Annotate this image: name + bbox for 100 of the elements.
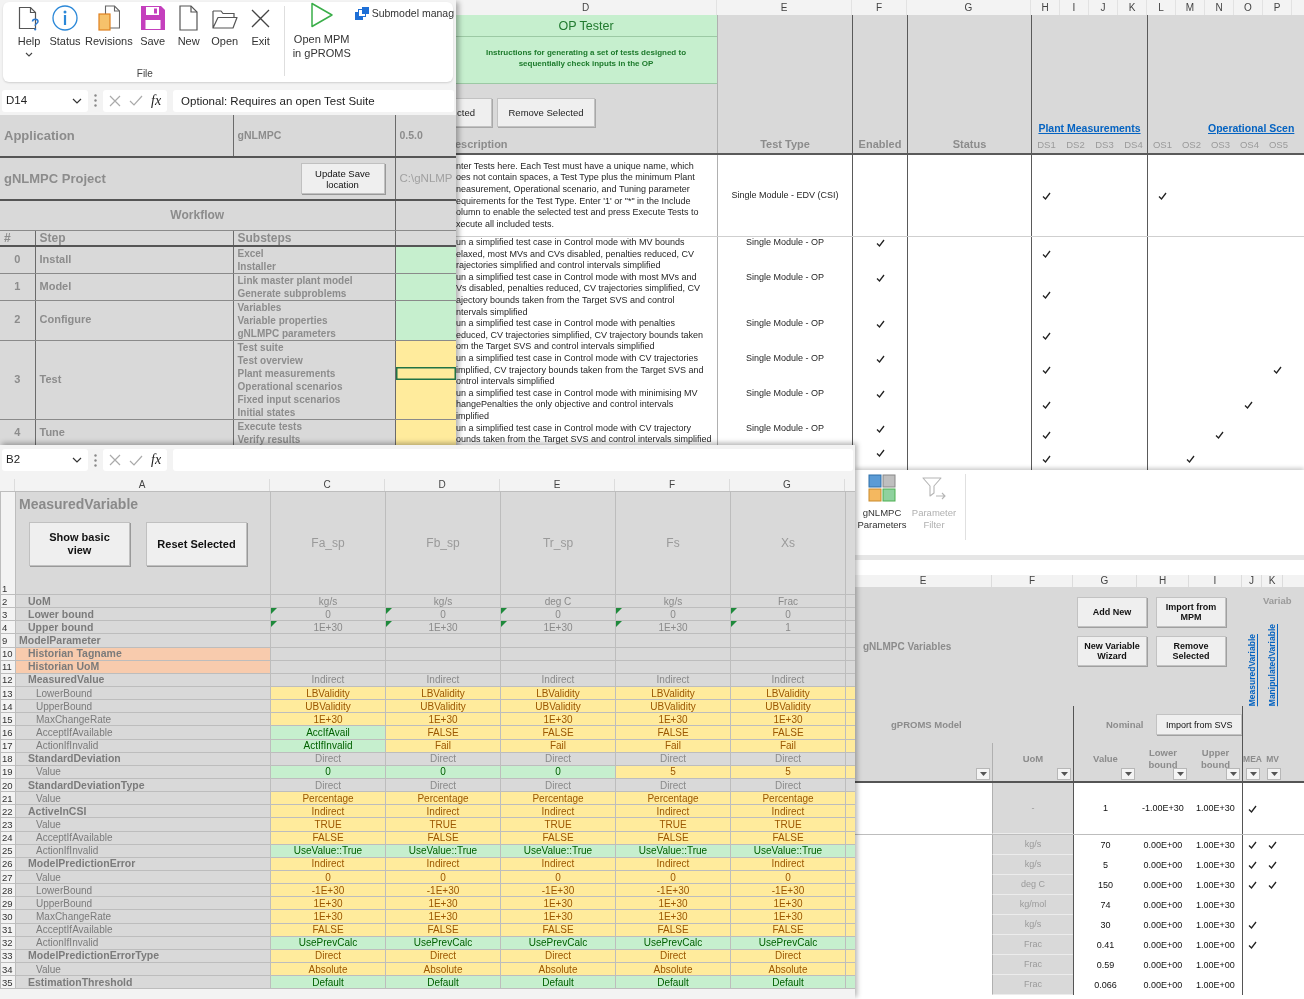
- row-number: 4: [2, 621, 8, 633]
- row-number: 18: [2, 753, 13, 765]
- step-number: 1: [14, 279, 21, 292]
- lower-bound-text: 0.00E+00: [1143, 919, 1183, 931]
- sheet-button[interactable]: cted: [455, 98, 492, 127]
- new-button[interactable]: New: [170, 5, 207, 48]
- column-title: Variab: [1262, 594, 1293, 608]
- row-number: 3: [2, 608, 8, 620]
- group-label: File: [136, 68, 153, 81]
- insert-function-button[interactable]: fx: [151, 92, 162, 109]
- column-title: OS5: [1268, 139, 1289, 151]
- update-location-button[interactable]: Update Save location: [300, 163, 385, 194]
- upper-bound-text: 1.00E+30: [1196, 803, 1235, 814]
- remove-button[interactable]: Remove Selected: [1156, 636, 1226, 666]
- name-box[interactable]: B2: [2, 449, 88, 471]
- column-title: Lower bound: [1147, 747, 1179, 771]
- sheet-link[interactable]: Operational Scen: [1208, 121, 1295, 135]
- upper-bound-text: 1.00E+30: [1196, 919, 1235, 931]
- import-button[interactable]: Import from SVS: [1156, 714, 1242, 735]
- upper-bound-text: 1.00E+00: [1196, 959, 1235, 971]
- add-button[interactable]: Add New: [1077, 597, 1147, 627]
- lower-bound-text: 0.00E+00: [1143, 899, 1183, 911]
- value-text: 70: [1100, 839, 1111, 851]
- lower-bound-text: 0.00E+00: [1143, 859, 1183, 871]
- sheet-button[interactable]: Show basic view: [29, 522, 130, 566]
- sheet-link[interactable]: Plant Measurements: [1038, 121, 1141, 135]
- row-number: 13: [2, 687, 13, 699]
- column-letter: E: [500, 479, 615, 491]
- row-number: 14: [2, 700, 13, 712]
- upper-bound-text: 1.00E+00: [1196, 939, 1235, 951]
- lower-bound-text: 0.00E+00: [1143, 959, 1183, 971]
- column-title: Fb_sp: [426, 535, 460, 550]
- revisions-button[interactable]: Revisions: [83, 5, 135, 48]
- row-number: 24: [2, 832, 13, 844]
- chevron-down-icon: [72, 457, 82, 463]
- row-number: 26: [2, 858, 13, 870]
- column-title: DS4: [1123, 139, 1144, 151]
- substep-label: Variables: [237, 300, 283, 314]
- import-button[interactable]: Import from MPM: [1156, 597, 1226, 627]
- step-number: 3: [14, 372, 21, 385]
- uom-text: Frac: [1024, 959, 1042, 970]
- sheet-link[interactable]: ManipulatedVariable: [1267, 623, 1278, 706]
- help-icon: [18, 5, 40, 31]
- more-icon[interactable]: [94, 94, 97, 107]
- run-button[interactable]: Open MPM in gPROMS: [288, 2, 355, 82]
- grid-icon: [868, 474, 896, 502]
- column-title: #: [4, 230, 11, 245]
- column-letter: F: [615, 479, 730, 491]
- name-box[interactable]: D14: [2, 89, 88, 112]
- filter-dropdown-button[interactable]: [1226, 768, 1240, 780]
- value-text: 74: [1100, 899, 1111, 911]
- column-title: Upper bound: [1200, 747, 1231, 771]
- submodel-button[interactable]: Submodel manag: [354, 6, 454, 20]
- dropdown-arrow-icon: [1229, 772, 1237, 776]
- funnel-icon: [922, 476, 946, 500]
- wizard-button[interactable]: New Variable Wizard: [1077, 636, 1147, 666]
- sheet-button[interactable]: Remove Selected: [497, 98, 595, 127]
- path-text: C:\gNLMP: [399, 171, 453, 184]
- filter-dropdown-button[interactable]: [1057, 768, 1071, 780]
- column-title: OS4: [1239, 139, 1260, 151]
- row-number: 22: [2, 805, 13, 817]
- column-letter: D: [385, 479, 500, 491]
- lower-bound-text: -1.00E+30: [1142, 803, 1184, 814]
- help-button[interactable]: Help: [11, 5, 47, 57]
- column-title: Nominal: [1106, 718, 1144, 731]
- value-text: 0.066: [1094, 979, 1117, 991]
- formula-field[interactable]: Optional: Requires an open Test Suite: [173, 89, 454, 112]
- status-button[interactable]: Status: [47, 5, 83, 48]
- test-type-text: Single Module - OP: [744, 237, 825, 249]
- row-number: 15: [2, 713, 13, 725]
- exit-button[interactable]: Exit: [242, 5, 279, 48]
- parameters-button[interactable]: gNLMPC Parameters: [855, 474, 909, 531]
- row-number: 33: [2, 950, 13, 962]
- column-title: Enabled: [858, 137, 902, 151]
- save-button[interactable]: Save: [134, 5, 171, 48]
- row-label: Application: [4, 127, 75, 143]
- column-title: Fa_sp: [311, 535, 345, 550]
- sheet-button[interactable]: Reset Selected: [146, 522, 247, 566]
- filter-dropdown-button[interactable]: [976, 768, 990, 780]
- substep-label: Operational scenarios: [237, 379, 344, 393]
- column-title: UoM: [1022, 753, 1044, 765]
- filter-dropdown-button[interactable]: [1267, 768, 1281, 780]
- filter-dropdown-button[interactable]: [1173, 768, 1187, 780]
- value-text: 1: [1103, 803, 1108, 814]
- more-icon[interactable]: [94, 453, 97, 467]
- uom-text: deg C: [1021, 879, 1045, 890]
- sheet-title: OP Tester: [455, 15, 717, 37]
- filter-dropdown-button[interactable]: [1246, 768, 1260, 780]
- row-number: 20: [2, 779, 13, 791]
- open-button[interactable]: Open: [206, 5, 243, 48]
- row-number: 30: [2, 910, 13, 922]
- filter-dropdown-button[interactable]: [1121, 768, 1135, 780]
- substep-label: gNLMPC parameters: [237, 326, 337, 340]
- row-number: 2: [2, 595, 8, 607]
- sheet-link[interactable]: MeasuredVariable: [1246, 633, 1258, 706]
- row-number: 9: [2, 635, 8, 646]
- substep-label: Initial states: [237, 405, 297, 419]
- version-text: 0.5.0: [399, 129, 423, 142]
- row-number: 16: [2, 726, 13, 738]
- insert-function-button[interactable]: fx: [151, 452, 162, 468]
